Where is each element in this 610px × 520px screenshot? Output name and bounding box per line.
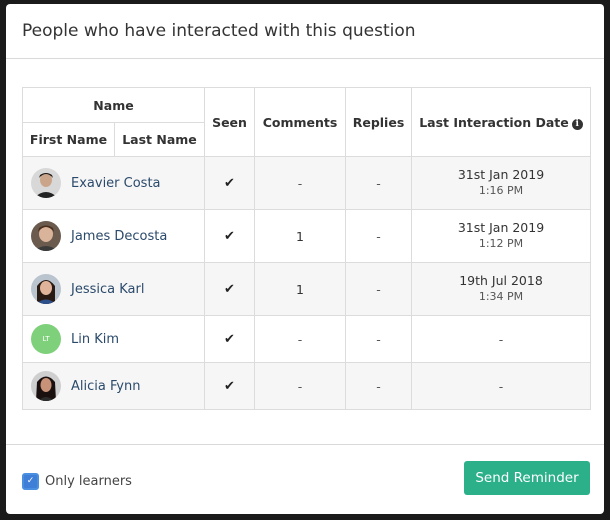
seen-cell: ✔ [204,209,255,263]
interactions-table: Name Seen Comments Replies Last Interact… [22,87,591,410]
date-cell: 19th Jul 2018 1:34 PM [411,262,591,316]
modal-title: People who have interacted with this que… [22,21,416,41]
comments-value: - [297,331,303,347]
modal-header: People who have interacted with this que… [6,4,604,59]
date-value: 31st Jan 2019 [457,167,545,182]
table-row: Exavier Costa ✔ - - 31st Jan 2019 1:16 P… [22,156,591,210]
time-value: 1:16 PM [478,184,524,197]
replies-value: - [376,281,381,297]
comments-cell: - [254,315,346,363]
checkmark-icon: ✔ [224,176,235,191]
header-name: Name [22,87,205,123]
avatar-initials: LT [31,324,61,354]
avatar [31,371,61,401]
info-circle-icon[interactable]: i [571,118,583,130]
only-learners-label: Only learners [45,474,132,489]
header-comments: Comments [254,87,346,157]
person-name-link[interactable]: Exavier Costa [71,176,161,191]
table-row: Jessica Karl ✔ 1 - 19th Jul 2018 1:34 PM [22,262,591,316]
header-first-name: First Name [22,122,115,157]
comments-value: - [297,175,303,191]
header-replies: Replies [345,87,412,157]
table-row: James Decosta ✔ 1 - 31st Jan 2019 1:12 P… [22,209,591,263]
comments-cell: 1 [254,262,346,316]
replies-cell: - [345,362,412,410]
name-cell: Alicia Fynn [22,362,205,410]
time-value: 1:12 PM [478,237,524,250]
date-cell: 31st Jan 2019 1:12 PM [411,209,591,263]
checkmark-icon: ✔ [224,332,235,347]
person-name-link[interactable]: James Decosta [71,229,167,244]
seen-cell: ✔ [204,315,255,363]
seen-cell: ✔ [204,362,255,410]
replies-value: - [376,175,381,191]
name-cell: Exavier Costa [22,156,205,210]
comments-cell: 1 [254,209,346,263]
comments-cell: - [254,362,346,410]
avatar [31,221,61,251]
checkbox-checked-icon[interactable]: ✓ [22,473,39,490]
comments-value: 1 [296,281,304,297]
table-row: Alicia Fynn ✔ - - - [22,362,591,410]
replies-value: - [376,378,381,394]
replies-cell: - [345,156,412,210]
header-seen: Seen [204,87,255,157]
avatar [31,274,61,304]
seen-cell: ✔ [204,262,255,316]
interactions-modal: People who have interacted with this que… [6,4,604,514]
only-learners-checkbox[interactable]: ✓ Only learners [22,473,132,490]
comments-value: - [297,378,303,394]
date-value: - [498,331,504,347]
replies-value: - [376,331,381,347]
name-cell: Jessica Karl [22,262,205,316]
replies-cell: - [345,209,412,263]
date-cell: - [411,315,591,363]
seen-cell: ✔ [204,156,255,210]
comments-value: 1 [296,228,304,244]
date-value: 19th Jul 2018 [459,273,543,288]
name-cell: LT Lin Kim [22,315,205,363]
send-reminder-button[interactable]: Send Reminder [464,461,590,495]
header-last-interaction-date: Last Interaction Date i [411,87,591,157]
date-value: 31st Jan 2019 [457,220,545,235]
person-name-link[interactable]: Lin Kim [71,332,119,347]
replies-cell: - [345,315,412,363]
modal-body: Name Seen Comments Replies Last Interact… [6,59,604,444]
date-cell: - [411,362,591,410]
checkmark-icon: ✔ [224,282,235,297]
replies-cell: - [345,262,412,316]
avatar [31,168,61,198]
replies-value: - [376,228,381,244]
modal-footer: ✓ Only learners Send Reminder [6,444,604,514]
date-cell: 31st Jan 2019 1:16 PM [411,156,591,210]
header-last-name: Last Name [114,122,205,157]
comments-cell: - [254,156,346,210]
person-name-link[interactable]: Alicia Fynn [71,379,140,394]
name-cell: James Decosta [22,209,205,263]
checkmark-icon: ✔ [224,379,235,394]
checkmark-icon: ✔ [224,229,235,244]
time-value: 1:34 PM [478,290,524,303]
person-name-link[interactable]: Jessica Karl [71,282,144,297]
date-value: - [498,378,504,394]
table-row: LT Lin Kim ✔ - - - [22,315,591,363]
header-last-interaction-label: Last Interaction Date [419,114,569,130]
